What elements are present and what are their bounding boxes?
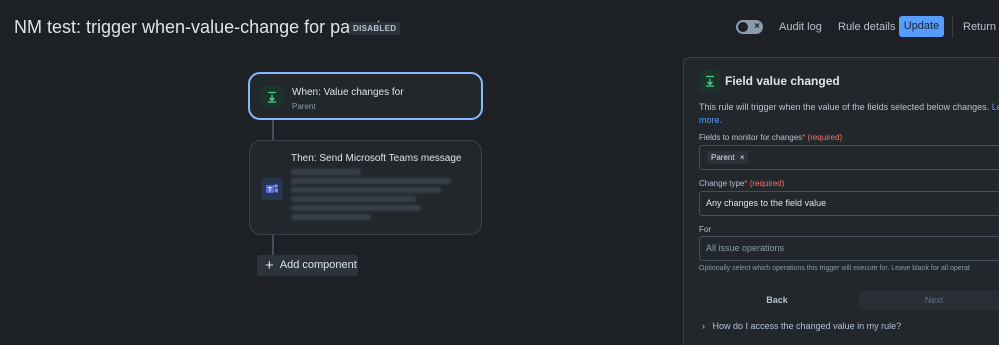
header-divider xyxy=(952,16,953,38)
trigger-title: When: Value changes for xyxy=(292,87,404,98)
audit-log-button[interactable]: Audit log xyxy=(779,16,822,38)
description-text: This rule will trigger when the value of… xyxy=(699,102,990,112)
learn-more-link-cont[interactable]: more. xyxy=(699,115,722,125)
label-text: Fields to monitor for changes xyxy=(699,133,803,142)
fields-to-monitor-label: Fields to monitor for changes* (required… xyxy=(699,133,842,142)
faq-text: How do I access the changed value in my … xyxy=(712,321,902,331)
issue-operations-select[interactable]: All issue operations xyxy=(699,236,999,261)
redacted-text xyxy=(291,205,421,211)
plus-icon: + xyxy=(265,257,274,274)
remove-tag-icon[interactable]: × xyxy=(740,153,745,162)
rule-enable-toggle[interactable]: × xyxy=(736,20,763,34)
toggle-knob xyxy=(738,22,748,32)
microsoft-teams-icon: T xyxy=(261,178,283,200)
label-text: Change type xyxy=(699,179,745,188)
flow-connector xyxy=(272,234,274,256)
for-label: For xyxy=(699,225,711,234)
issue-operations-placeholder: All issue operations xyxy=(706,243,785,253)
panel-description: This rule will trigger when the value of… xyxy=(699,101,999,127)
close-icon: × xyxy=(754,21,760,32)
action-card[interactable]: T Then: Send Microsoft Teams message xyxy=(249,140,482,235)
change-type-value: Any changes to the field value xyxy=(706,198,827,208)
add-component-label: Add component xyxy=(279,259,357,271)
rule-details-button[interactable]: Rule details xyxy=(838,16,895,38)
field-value-changed-icon xyxy=(261,86,283,108)
required-text: (required) xyxy=(807,133,843,142)
trigger-subtitle: Parent xyxy=(292,102,316,111)
fields-to-monitor-select[interactable]: Parent × xyxy=(699,145,999,170)
status-badge: DISABLED xyxy=(349,22,401,35)
required-star: * xyxy=(744,179,748,188)
field-value-changed-icon xyxy=(699,70,721,92)
learn-more-link[interactable]: Le xyxy=(992,102,999,112)
required-text: (required) xyxy=(749,179,785,188)
add-component-button[interactable]: + Add component xyxy=(257,255,358,276)
flow-connector xyxy=(272,120,274,142)
redacted-text xyxy=(291,169,361,175)
next-button[interactable]: Next xyxy=(859,291,999,310)
redacted-text xyxy=(291,178,451,184)
redacted-text xyxy=(291,214,371,220)
page-title: NM test: trigger when-value-change for p… xyxy=(14,17,382,37)
change-type-label: Change type* (required) xyxy=(699,179,784,188)
tag-label: Parent xyxy=(711,153,735,162)
faq-expander[interactable]: › How do I access the changed value in m… xyxy=(702,321,901,331)
redacted-text xyxy=(291,196,416,202)
svg-text:T: T xyxy=(268,188,272,194)
action-title: Then: Send Microsoft Teams message xyxy=(291,153,462,164)
chevron-right-icon: › xyxy=(702,321,705,331)
help-text: Optionally select which operations this … xyxy=(699,265,970,272)
required-star: * xyxy=(802,133,806,142)
update-button[interactable]: Update xyxy=(899,16,944,37)
trigger-card[interactable]: When: Value changes for Parent xyxy=(248,72,483,120)
back-button[interactable]: Back xyxy=(699,291,855,310)
selected-field-tag: Parent × xyxy=(707,151,749,164)
return-button[interactable]: Return to xyxy=(963,16,999,38)
redacted-text xyxy=(291,187,441,193)
panel-title: Field value changed xyxy=(725,74,840,88)
change-type-select[interactable]: Any changes to the field value xyxy=(699,191,999,216)
